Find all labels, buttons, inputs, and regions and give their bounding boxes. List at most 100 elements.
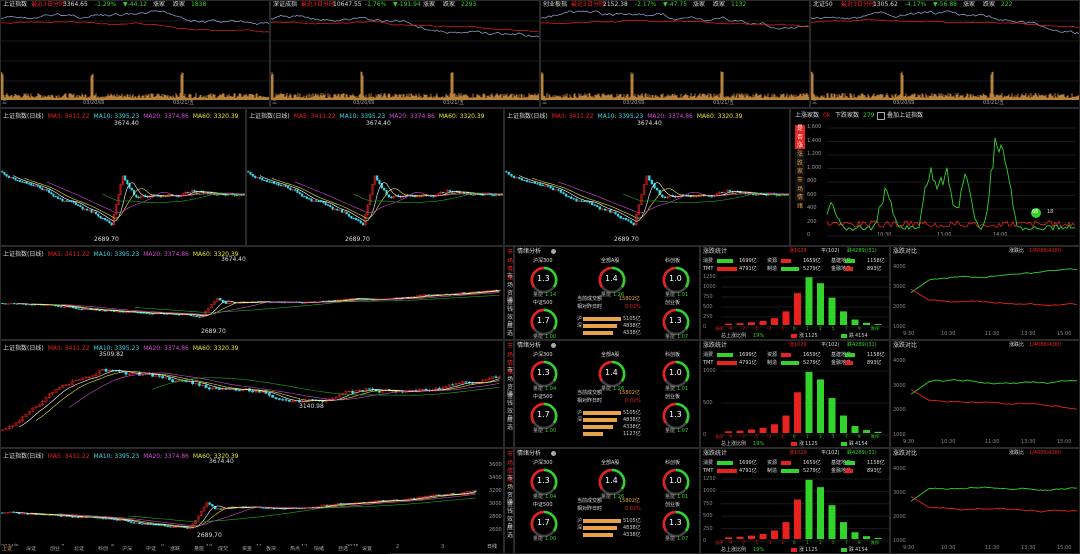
info-icon[interactable] <box>551 343 556 348</box>
status-item[interactable]: 设置 <box>362 547 372 552</box>
kline-panel-row-1[interactable]: 上证指数(日线) MA5: 3411.22 MA10: 3395.23 MA20: 3… <box>0 340 504 448</box>
distribution-panel[interactable]: 涨跌统计 涨1029 平(102) 跌4289(/31) 消费 1699亿 资源 1659亿基… <box>700 246 890 340</box>
dist-x: 3 <box>819 540 822 545</box>
intraday-panel-1[interactable]: 深证成指 最近3日分时 10647.55 -1.76% ▼-191.94 涨家 跌家 2293… <box>270 0 540 108</box>
gauge-name: 创业板 <box>665 300 681 306</box>
status-item[interactable]: 涨跌 <box>170 547 180 552</box>
dist-x: 9 <box>858 434 861 439</box>
status-item[interactable]: 情绪 <box>314 547 324 552</box>
sentiment-panel[interactable]: 情绪分析 沪深300 1.3 量能 1.04 全部A股 1.4 量能 1.26 科创板 1.0 量能 1… <box>514 340 700 448</box>
low-mark: 2689.70 <box>201 328 226 335</box>
foot-pct: 19% <box>753 333 765 339</box>
dist-x: -1 <box>780 326 784 331</box>
foot-green <box>841 334 847 338</box>
side-tabs: 市场情绪 市场资金 赚钱效应 自选 <box>504 246 514 340</box>
dist-bar <box>759 427 767 433</box>
side-tab[interactable]: 市场情绪 <box>505 249 513 282</box>
kline-panel-row-2[interactable]: 上证指数(日线) MA5: 3411.22 MA10: 3395.23 MA20: 3… <box>0 448 504 554</box>
bar-value: 4838亿 <box>623 417 641 423</box>
info-icon[interactable] <box>551 249 556 254</box>
side-tab[interactable]: 市场资金 <box>505 367 513 400</box>
dist-x: -7 <box>741 540 745 545</box>
dist-x: 3 <box>819 326 822 331</box>
kline-chart <box>247 170 503 227</box>
distribution-panel[interactable]: 涨跌统计 涨1029 平(102) 跌4289(/31) 消费 1699亿 资源 1659亿基… <box>700 340 890 448</box>
comparison-panel[interactable]: 涨跌对比 涨跌比 1/4086/4280 4000 3000 2000 1000 9:30 10… <box>890 448 1080 554</box>
status-item[interactable]: 沪深 <box>122 547 132 552</box>
side-tab[interactable]: 自选 <box>505 321 513 339</box>
status-item[interactable]: 热点 <box>290 547 300 552</box>
gauge: 1.3 <box>529 359 559 389</box>
status-item[interactable]: 科创 <box>98 547 108 552</box>
low-mark: 2689.70 <box>614 236 639 243</box>
gauge-value: 1.4 <box>605 274 618 283</box>
status-item[interactable]: 上证 <box>2 547 12 552</box>
high-mark: 3674.40 <box>221 256 246 263</box>
gauge-name: 沪深300 <box>533 258 553 264</box>
dist-bar <box>817 283 824 325</box>
gauge-label: 量能 <box>601 292 612 298</box>
date-tick: 三 <box>272 100 278 106</box>
gauge-label: 量能 <box>533 494 544 500</box>
side-tab[interactable]: 赚钱效应 <box>505 391 513 424</box>
status-item[interactable]: 深证 <box>26 547 36 552</box>
status-item[interactable]: 资金 <box>242 547 252 552</box>
y-tick: 0 <box>703 324 707 330</box>
status-item[interactable]: 自选 <box>338 547 348 552</box>
foot-down: 4154 <box>855 547 868 553</box>
distribution-panel[interactable]: 涨跌统计 涨1029 平(102) 跌4289(/31) 消费 1699亿 资源 1659亿基… <box>700 448 890 554</box>
gauge: 1.3 <box>661 401 691 431</box>
dist-chart <box>721 370 889 436</box>
dist-x: -3 <box>767 326 771 331</box>
side-tab[interactable]: 市场情绪 <box>505 343 513 376</box>
updown-panel[interactable]: 上涨家数0k下跌家数279叠加上证指数是否涨跌涨跌家数市场情绪1,6001,40… <box>790 108 1080 246</box>
gauge: 1.4 <box>597 467 627 497</box>
comp-chart <box>910 268 1078 307</box>
timeframe-label: 日线 <box>487 544 498 550</box>
foot-label: 总上涨比例 <box>721 547 747 553</box>
kline-panel-2[interactable]: 上证指数(日线) MA5: 3411.22 MA10: 3395.23 MA20: 3… <box>504 108 790 246</box>
side-tab[interactable]: 赚钱效应 <box>505 297 513 330</box>
side-tab[interactable]: 市场资金 <box>505 475 513 508</box>
sentiment-panel[interactable]: 情绪分析 沪深300 1.3 量能 1.04 全部A股 1.4 量能 1.26 科创板 1.0 量能 1… <box>514 448 700 554</box>
intraday-panel-3[interactable]: 北证50 最近3日分时 1305.62 -4.17% ▼-56.88 涨家 跌家 222 三 03… <box>810 0 1080 108</box>
side-tab[interactable]: 市场情绪 <box>505 451 513 484</box>
bar-value: 4838亿 <box>623 323 641 329</box>
dist-bar <box>874 431 882 433</box>
kline-panel-row-0[interactable]: 上证指数(日线) MA5: 3411.22 MA10: 3395.23 MA20: 3… <box>0 246 504 340</box>
comparison-panel[interactable]: 涨跌对比 涨跌比 1/4086/4280 4000 3000 2000 1000 9:30 10… <box>890 340 1080 448</box>
status-item[interactable]: 创业 <box>50 547 60 552</box>
side-tab[interactable]: 自选 <box>505 523 513 545</box>
gauge-name: 中证500 <box>533 502 553 508</box>
gauge-name: 全部A股 <box>601 258 620 264</box>
dist-x: 涨停 <box>715 434 723 439</box>
status-item[interactable]: 中证 <box>146 547 156 552</box>
gauge-label: 量能 <box>601 494 612 500</box>
status-item[interactable]: 量能 <box>194 547 204 552</box>
side-tab[interactable]: 赚钱效应 <box>505 499 513 532</box>
info-icon[interactable] <box>551 451 556 456</box>
status-item[interactable]: 北证 <box>74 547 84 552</box>
gauge-name: 科创板 <box>665 352 681 358</box>
gauge-num: 1.00 <box>545 428 557 434</box>
date-tick: 三 <box>2 100 8 106</box>
status-item[interactable]: 成交 <box>218 547 228 552</box>
foot-down: 4154 <box>855 441 868 447</box>
comparison-panel[interactable]: 涨跌对比 涨跌比 1/4086/4280 4000 3000 2000 1000 9:30 10… <box>890 246 1080 340</box>
dist-x: -5 <box>754 326 758 331</box>
kline-panel-0[interactable]: 上证指数(日线) MA5: 3411.22 MA10: 3395.23 MA20: 3… <box>0 108 246 246</box>
dist-x: 1 <box>806 326 809 331</box>
sentiment-panel[interactable]: 情绪分析 沪深300 1.3 量能 1.14 全部A股 1.4 量能 1.26 科创板 1.0 量能 1… <box>514 246 700 340</box>
gauge-value: 1.7 <box>537 316 550 325</box>
kline-panel-1[interactable]: 上证指数(日线) MA5: 3411.22 MA10: 3395.23 MA20: 3… <box>246 108 504 246</box>
side-tab[interactable]: 市场资金 <box>505 273 513 306</box>
comp-chart <box>910 379 1078 410</box>
status-item[interactable]: 板块 <box>266 547 276 552</box>
turnover-bar <box>583 411 621 415</box>
dist-bar <box>828 398 836 433</box>
dist-bar <box>840 522 847 539</box>
side-tab[interactable]: 自选 <box>505 415 513 437</box>
intraday-panel-2[interactable]: 创业板指 最近3日分时 2152.38 -2.17% ▼-47.75 涨家 跌家 1132 三 0… <box>540 0 810 108</box>
intraday-panel-0[interactable]: 上证指数 最近3日分时 3364.65 -1.29% ▼-44.12 涨家 跌家 1838 三 0… <box>0 0 270 108</box>
gauge: 1.3 <box>529 265 559 295</box>
